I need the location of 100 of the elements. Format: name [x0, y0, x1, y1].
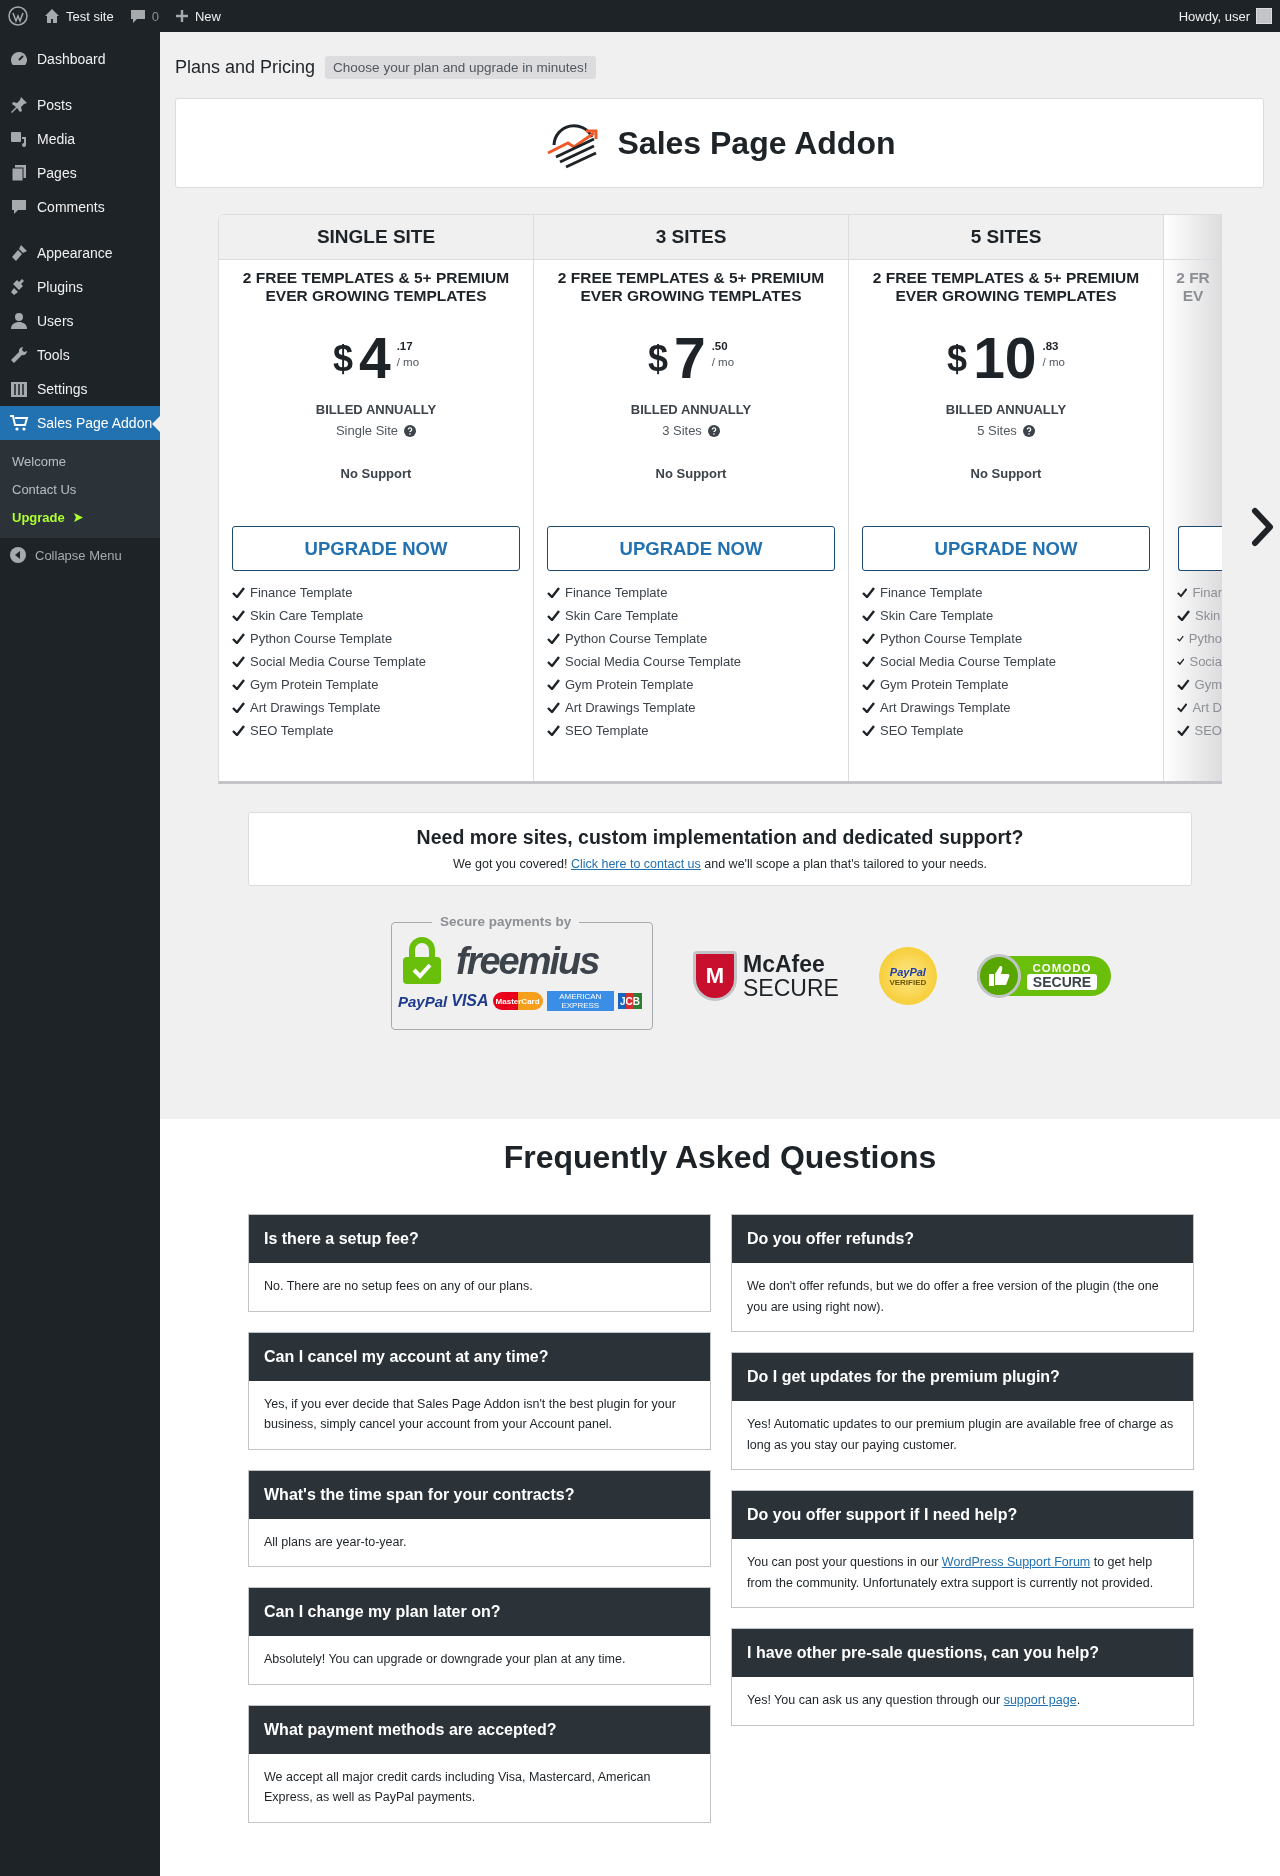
submenu-item[interactable]: Contact Us	[0, 475, 160, 503]
faq-answer: Yes! Automatic updates to our premium plugin are available free of charge as long as you stay our paying customer.	[746, 1416, 1175, 1454]
upgrade-button[interactable]: UPGRADE NOW	[862, 526, 1150, 571]
comments-link[interactable]: 0	[129, 8, 159, 24]
sidebar-item[interactable]: Users	[0, 304, 160, 338]
sidebar-item[interactable]: Comments	[0, 190, 160, 224]
feature-text: Pytho	[1188, 631, 1222, 646]
check-icon	[232, 587, 245, 598]
upgrade-button[interactable]	[1178, 526, 1222, 571]
badge-name: McAfee	[743, 952, 826, 976]
faq-question[interactable]: Do you offer refunds?	[732, 1215, 1193, 1263]
faq-question[interactable]: I have other pre-sale questions, can you help?	[732, 1629, 1193, 1677]
collapse-icon	[9, 546, 27, 564]
feature-text: Gym Protein Template	[250, 677, 379, 692]
check-icon	[862, 679, 875, 690]
submenu-item[interactable]: Upgrade	[0, 503, 160, 531]
billing-cycle: BILLED ANNUALLY	[314, 402, 438, 417]
feature-text: Gym Protein Template	[565, 677, 694, 692]
check-icon	[862, 702, 875, 713]
submenu-item[interactable]: Welcome	[0, 447, 160, 475]
feature-text: Art Drawings Template	[880, 700, 1011, 715]
upgrade-button[interactable]: UPGRADE NOW	[232, 526, 520, 571]
feature-text: Skin Care Template	[250, 608, 364, 623]
sidebar-item[interactable]: Sales Page Addon	[0, 406, 160, 440]
sidebar-label: Posts	[37, 97, 72, 113]
help-icon[interactable]	[1022, 424, 1035, 437]
help-icon[interactable]	[404, 424, 417, 437]
check-icon	[1177, 633, 1184, 644]
faq-question[interactable]: What payment methods are accepted?	[249, 1705, 710, 1754]
feature-text: Gym	[1194, 677, 1222, 692]
feature-text: Finance Template	[565, 585, 668, 600]
check-icon	[547, 702, 560, 713]
faq-question[interactable]: Do I get updates for the premium plugin?	[732, 1353, 1193, 1401]
sidebar-label: Pages	[37, 165, 77, 181]
link[interactable]: WordPress Support Forum	[941, 1555, 1091, 1569]
sidebar-item[interactable]: Pages	[0, 156, 160, 190]
check-icon	[547, 587, 560, 598]
plan-price: 7	[673, 330, 706, 386]
faq-question[interactable]: Can I change my plan later on?	[249, 1588, 710, 1636]
faq-question[interactable]: What's the time span for your contracts?	[249, 1470, 710, 1519]
check-icon	[1177, 725, 1190, 736]
faq-title: Frequently Asked Questions	[502, 1139, 938, 1176]
contact-link[interactable]: Click here to contact us	[570, 857, 701, 871]
sidebar-item[interactable]: Tools	[0, 338, 160, 372]
collapse-menu[interactable]: Collapse Menu	[0, 538, 160, 572]
comment-count: 0	[151, 8, 159, 24]
product-name: Sales Page Addon	[617, 124, 896, 162]
link[interactable]: support page	[1003, 1693, 1077, 1707]
sidebar-item[interactable]: Posts	[0, 88, 160, 122]
pages-icon	[9, 163, 29, 183]
upgrade-button[interactable]: UPGRADE NOW	[547, 526, 835, 571]
sidebar-item[interactable]: Settings	[0, 372, 160, 406]
price-period: / mo	[711, 356, 735, 368]
faq-answer: No. There are no setup fees on any of our plans.	[263, 1278, 534, 1295]
new-link[interactable]: New	[174, 8, 221, 24]
site-count: 5 Sites	[977, 423, 1017, 438]
settings-icon	[9, 379, 29, 399]
sidebar-item[interactable]: Plugins	[0, 270, 160, 304]
faq-question[interactable]: Do you offer support if I need help?	[732, 1491, 1193, 1539]
support-level: No Support	[969, 466, 1043, 481]
card-logo: AMERICAN EXPRESS	[546, 991, 614, 1011]
plan-description: 2 FR	[1176, 269, 1210, 287]
plan-description: EV	[1181, 286, 1205, 304]
help-icon[interactable]	[707, 424, 720, 437]
feature-text: Social Media Course Template	[565, 654, 742, 669]
feature-text: Skin Care Template	[565, 608, 679, 623]
check-icon	[547, 725, 560, 736]
feature-text: Gym Protein Template	[880, 677, 1009, 692]
media-icon	[9, 129, 29, 149]
sidebar-item[interactable]: Appearance	[0, 236, 160, 270]
feature-text: Social Media Course Template	[880, 654, 1057, 669]
feature-text: Python Course Template	[565, 631, 708, 646]
sidebar-label: Tools	[37, 347, 70, 363]
check-icon	[1177, 610, 1190, 621]
site-count: 3 Sites	[662, 423, 702, 438]
faq-question[interactable]: Can I cancel my account at any time?	[249, 1332, 710, 1381]
plan-price: 4	[358, 330, 391, 386]
feature-text: Skin	[1195, 608, 1221, 623]
feature-text: Skin Care Template	[880, 608, 994, 623]
sidebar-item[interactable]: Media	[0, 122, 160, 156]
sidebar-item[interactable]: Dashboard	[0, 42, 160, 76]
chevron-right-icon[interactable]	[1250, 507, 1276, 547]
freemius-logo: freemius	[456, 939, 599, 983]
feature-text: SEO Template	[250, 723, 334, 738]
feature-text: Python Course Template	[250, 631, 393, 646]
badge-name: COMODO	[1032, 962, 1092, 974]
check-icon	[547, 633, 560, 644]
site-link[interactable]: Test site	[44, 8, 114, 24]
faq-answer: Yes, if you ever decide that Sales Page Addon isn't the best plugin for your business, simply cancel your account from your Account panel.	[263, 1395, 677, 1433]
check-icon	[232, 702, 245, 713]
faq-question[interactable]: Is there a setup fee?	[249, 1215, 710, 1263]
plan-price: 10	[973, 330, 1037, 386]
wordpress-logo-icon[interactable]	[8, 6, 28, 26]
feature-text: SEO Template	[565, 723, 649, 738]
card-logo: VISA	[451, 992, 489, 1010]
plan-description: 2 FREE TEMPLATES & 5+ PREMIUM EVER GROWING TEMPLATES	[241, 269, 511, 304]
check-icon	[547, 610, 560, 621]
check-icon	[1177, 656, 1185, 667]
feature-text: Python Course Template	[880, 631, 1023, 646]
greeting[interactable]: Howdy, user	[1178, 8, 1250, 24]
